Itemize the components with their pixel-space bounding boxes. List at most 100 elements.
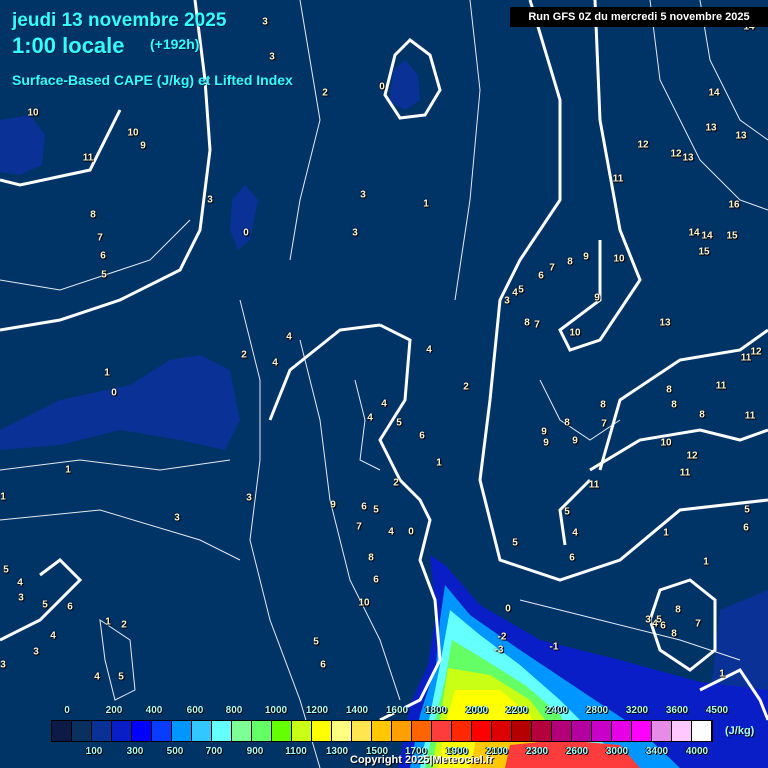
contour-label: 3 (360, 189, 366, 201)
contour-label: 0 (505, 603, 511, 615)
legend-swatch (632, 721, 652, 741)
legend-label-top: 2200 (505, 705, 529, 716)
legend-swatch (332, 721, 352, 741)
contour-label: 8 (671, 628, 677, 640)
legend-swatch (72, 721, 92, 741)
contour-label: 4 (286, 331, 292, 343)
legend-swatch (412, 721, 432, 741)
legend-label-top: 600 (186, 705, 204, 716)
contour-label: 9 (140, 140, 146, 152)
legend-label-bottom: 1900 (445, 746, 469, 757)
contour-label: 4 (272, 357, 278, 369)
contour-label: 6 (361, 501, 367, 513)
legend-swatch (672, 721, 692, 741)
contour-label: 1 (703, 556, 709, 568)
contour-label: 8 (90, 209, 96, 221)
legend-label-top: 1600 (385, 705, 409, 716)
contour-label: 1 (65, 464, 71, 476)
contour-label: 8 (567, 256, 573, 268)
contour-label: 14 (701, 230, 713, 242)
contour-label: 12 (750, 346, 762, 358)
legend-label-top: 200 (105, 705, 123, 716)
legend-label-top: 400 (145, 705, 163, 716)
contour-label: 8 (666, 384, 672, 396)
forecast-date: jeudi 13 novembre 2025 (12, 10, 227, 31)
contour-label: 7 (97, 232, 103, 244)
contour-label: 6 (100, 250, 106, 262)
contour-label: 3 (352, 227, 358, 239)
legend-swatch (552, 721, 572, 741)
contour-label: -2 (497, 631, 507, 643)
legend-label-top: 1400 (345, 705, 369, 716)
contour-label: 6 (67, 601, 73, 613)
legend-swatch (232, 721, 252, 741)
contour-label: 8 (675, 604, 681, 616)
legend-label-bottom: 1100 (285, 746, 307, 757)
legend-swatch (272, 721, 292, 741)
forecast-lead-time: (+192h) (150, 36, 200, 52)
contour-label: 1 (423, 198, 429, 210)
contour-label: 11 (715, 380, 727, 392)
legend-swatch (292, 721, 312, 741)
contour-label: 9 (572, 435, 578, 447)
legend-swatch (212, 721, 232, 741)
contour-label: 0 (243, 227, 249, 239)
contour-label: 6 (660, 620, 666, 632)
contour-label: 8 (600, 399, 606, 411)
contour-label: 7 (356, 521, 362, 533)
contour-label: 4 (50, 630, 56, 642)
contour-label: 3 (0, 659, 6, 671)
contour-label: 3 (18, 592, 24, 604)
contour-label: 1 (0, 491, 6, 503)
contour-label: 11 (612, 173, 624, 185)
contour-label: -1 (549, 641, 559, 653)
contour-label: 12 (686, 450, 698, 462)
model-run-info: Run GFS 0Z du mercredi 5 novembre 2025 (510, 7, 768, 27)
contour-label: 15 (726, 230, 738, 242)
legend-swatch (112, 721, 132, 741)
contour-label: 2 (463, 381, 469, 393)
legend-unit: (J/kg) (725, 725, 755, 737)
contour-label: 5 (518, 284, 524, 296)
contour-label: 8 (564, 417, 570, 429)
legend-label-top: 0 (64, 705, 70, 716)
contour-label: 14 (708, 87, 720, 99)
legend-label-top: 2800 (585, 705, 609, 716)
legend-label-bottom: 700 (205, 746, 223, 757)
contour-label: 3 (33, 646, 39, 658)
contour-label: 3 (207, 194, 213, 206)
contour-label: 0 (379, 81, 385, 93)
forecast-time: 1:00 locale (12, 33, 125, 58)
parameter-title: Surface-Based CAPE (J/kg) et Lifted Inde… (12, 72, 293, 88)
contour-label: 6 (373, 574, 379, 586)
legend-swatch (172, 721, 192, 741)
contour-label: 3 (246, 492, 252, 504)
contour-label: 5 (101, 269, 107, 281)
contour-label: 15 (698, 246, 710, 258)
contour-label: 4 (388, 526, 394, 538)
contour-label: 4 (94, 671, 100, 683)
legend-label-bottom: 3400 (645, 746, 669, 757)
legend-swatch (452, 721, 472, 741)
contour-label: 4 (572, 527, 578, 539)
legend-label-bottom: 3000 (605, 746, 629, 757)
contour-label: 3 (262, 16, 268, 28)
contour-label: 11 (740, 352, 752, 364)
contour-label: 2 (393, 477, 399, 489)
legend-label-top: 800 (225, 705, 243, 716)
contour-label: 13 (659, 317, 671, 329)
contour-label: 7 (601, 418, 607, 430)
contour-label: 8 (524, 317, 530, 329)
contour-label: 10 (358, 597, 370, 609)
legend-label-top: 1800 (424, 705, 448, 716)
contour-label: 8 (699, 409, 705, 421)
contour-label: 4 (367, 412, 373, 424)
contour-label: 8 (671, 399, 677, 411)
contour-label: 6 (538, 270, 544, 282)
legend-swatch (592, 721, 612, 741)
contour-label: 9 (330, 499, 336, 511)
contour-label: 13 (682, 152, 694, 164)
legend-label-top: 3600 (665, 705, 689, 716)
legend-label-top: 2000 (465, 705, 489, 716)
contour-label: 11 (588, 479, 600, 491)
